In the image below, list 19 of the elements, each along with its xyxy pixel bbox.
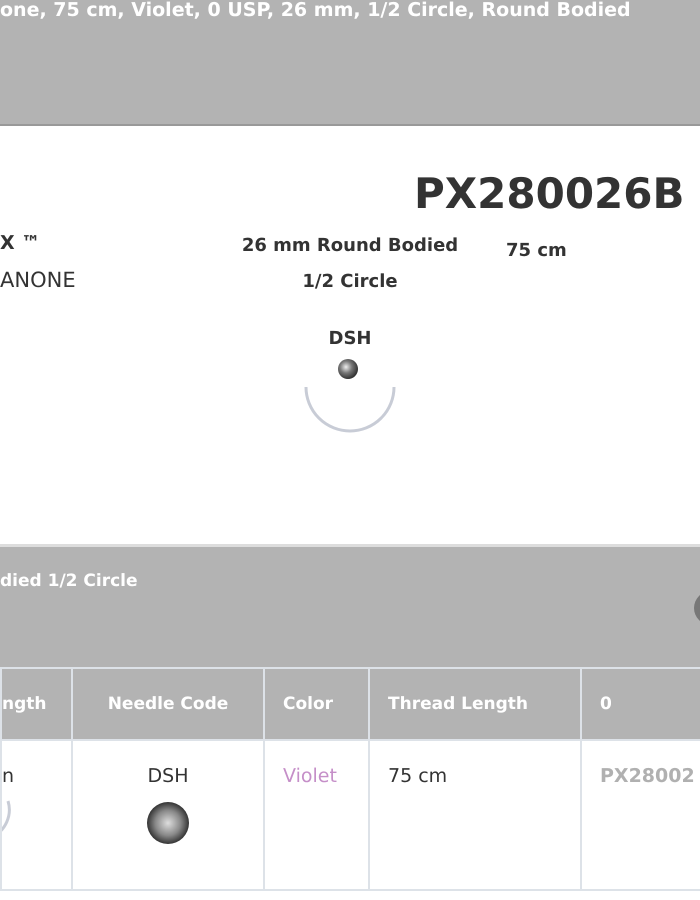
material-name: ANONE <box>0 268 77 292</box>
table-cell-text: Violet <box>283 765 338 787</box>
needle-spec: 26 mm Round Bodied <box>242 234 458 258</box>
table-cell-text: DSH <box>146 765 190 787</box>
column-header: Needle Code <box>72 668 264 740</box>
section-title: died 1/2 Circle <box>0 570 138 591</box>
column-header: Color <box>264 668 369 740</box>
product-code: PX280026B <box>414 168 686 220</box>
thread-length: 75 cm <box>505 239 567 263</box>
product-title: one, 75 cm, Violet, 0 USP, 26 mm, 1/2 Circle, Round Bodied <box>0 0 632 20</box>
table-cell-text: n <box>2 765 16 787</box>
column-header: 0 <box>581 668 700 740</box>
needle-code: DSH <box>328 328 372 349</box>
table-cell-text: PX28002 <box>600 765 696 787</box>
column-header: ngth <box>1 668 72 740</box>
column-header: Thread Length <box>369 668 581 740</box>
needle-spec: 1/2 Circle <box>302 270 398 294</box>
brand-name: X ™ <box>0 232 42 254</box>
table-cell-text: 75 cm <box>388 765 448 787</box>
